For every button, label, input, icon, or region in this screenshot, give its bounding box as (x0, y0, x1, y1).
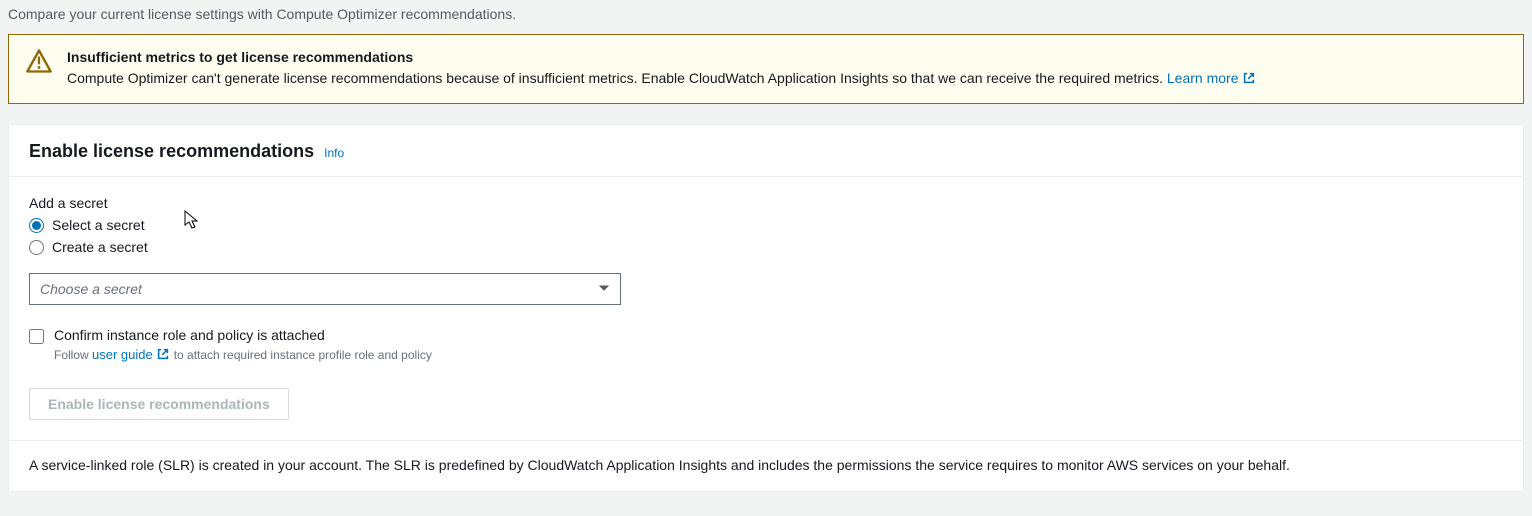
enable-license-panel: Enable license recommendations Info Add … (8, 124, 1524, 492)
external-link-icon (1242, 70, 1256, 91)
learn-more-label: Learn more (1167, 70, 1239, 86)
secret-select[interactable]: Choose a secret (29, 273, 621, 305)
secret-select-placeholder: Choose a secret (40, 281, 142, 297)
radio-create-secret[interactable]: Create a secret (29, 239, 1503, 255)
user-guide-label: user guide (92, 347, 153, 362)
add-secret-label: Add a secret (29, 195, 1503, 211)
alert-title: Insufficient metrics to get license reco… (67, 47, 1507, 68)
radio-create-secret-input[interactable] (29, 240, 44, 255)
user-guide-link[interactable]: user guide (92, 347, 170, 362)
page-description: Compare your current license settings wi… (0, 0, 1532, 34)
confirm-role-label: Confirm instance role and policy is atta… (54, 327, 432, 343)
confirm-help-suffix: to attach required instance profile role… (170, 348, 432, 362)
alert-text: Compute Optimizer can't generate license… (67, 68, 1507, 91)
chevron-down-icon (598, 281, 610, 297)
enable-license-button[interactable]: Enable license recommendations (29, 388, 289, 420)
panel-title: Enable license recommendations (29, 141, 314, 162)
panel-header: Enable license recommendations Info (9, 125, 1523, 177)
confirm-role-help: Follow user guide to attach required ins… (54, 347, 432, 364)
radio-create-secret-label: Create a secret (52, 239, 148, 255)
confirm-help-prefix: Follow (54, 348, 92, 362)
radio-select-secret-input[interactable] (29, 218, 44, 233)
radio-select-secret[interactable]: Select a secret (29, 217, 1503, 233)
radio-select-secret-label: Select a secret (52, 217, 145, 233)
warning-icon (25, 47, 53, 78)
alert-text-body: Compute Optimizer can't generate license… (67, 70, 1167, 86)
info-link[interactable]: Info (324, 146, 344, 160)
warning-alert: Insufficient metrics to get license reco… (8, 34, 1524, 104)
confirm-role-checkbox[interactable] (29, 329, 44, 344)
external-link-icon (156, 347, 170, 364)
slr-footnote: A service-linked role (SLR) is created i… (9, 440, 1523, 491)
learn-more-link[interactable]: Learn more (1167, 70, 1256, 86)
